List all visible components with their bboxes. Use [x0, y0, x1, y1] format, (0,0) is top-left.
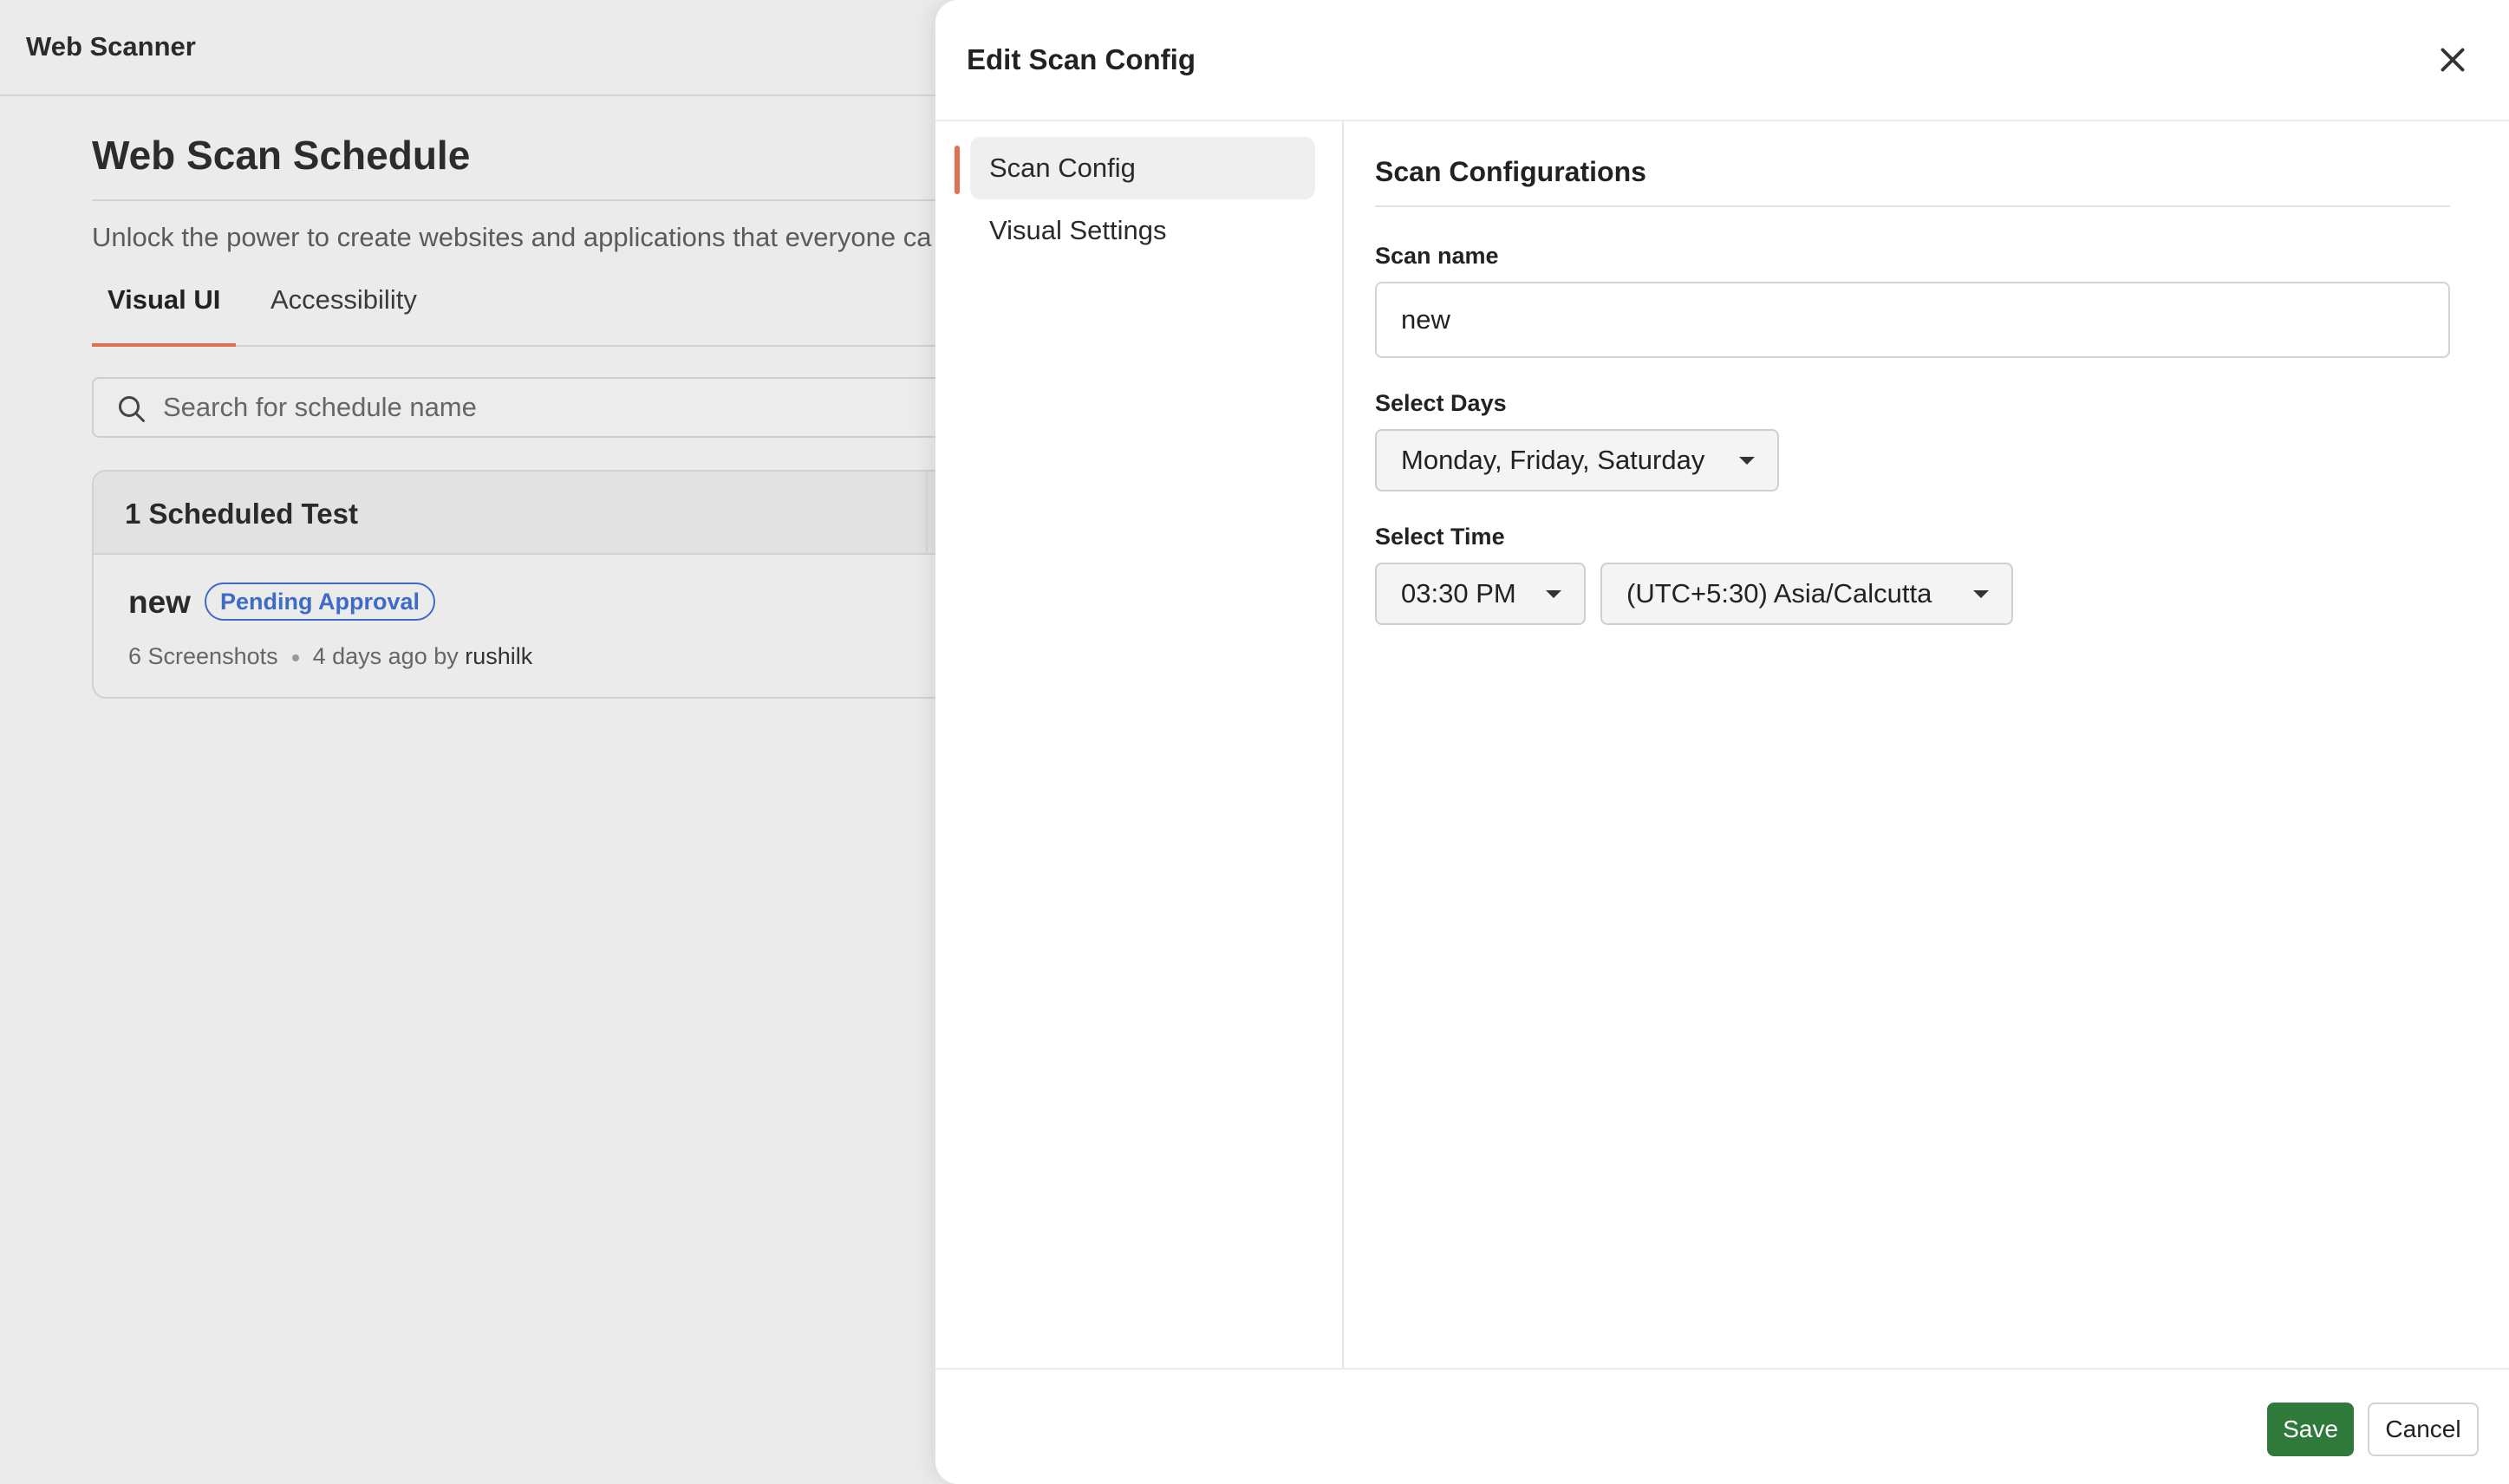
chevron-down-icon — [1973, 590, 1989, 598]
schedule-name[interactable]: new — [128, 584, 191, 621]
scheduled-tests-card: 1 Scheduled Test new Pending Approval 6 … — [92, 470, 1046, 699]
card-header: 1 Scheduled Test — [94, 472, 1044, 555]
nav-item-scan-config[interactable]: Scan Config — [970, 137, 1315, 199]
tab-visual-ui[interactable]: Visual UI — [92, 284, 237, 347]
schedule-meta: 6 Screenshots 4 days ago by rushilk — [128, 643, 532, 670]
scan-name-label: Scan name — [1375, 243, 1499, 269]
chevron-down-icon — [1546, 590, 1561, 598]
tab-accessibility[interactable]: Accessibility — [255, 284, 433, 345]
page-title: Web Scan Schedule — [92, 133, 471, 178]
scheduled-count: 1 Scheduled Test — [125, 498, 358, 530]
search-icon — [119, 396, 145, 422]
scan-name-input[interactable] — [1375, 282, 2450, 358]
drawer-title: Edit Scan Config — [967, 43, 1196, 75]
drawer-header: Edit Scan Config — [935, 0, 2509, 121]
status-badge: Pending Approval — [205, 583, 436, 621]
timezone-select-value: (UTC+5:30) Asia/Calcutta — [1626, 578, 1932, 609]
section-divider — [1375, 205, 2450, 207]
select-days-label: Select Days — [1375, 390, 1507, 416]
timezone-select[interactable]: (UTC+5:30) Asia/Calcutta — [1600, 563, 2013, 625]
title-divider — [92, 199, 959, 201]
column-divider — [926, 472, 928, 555]
chevron-down-icon — [1739, 457, 1755, 465]
schedule-user: rushilk — [465, 643, 533, 669]
page-description: Unlock the power to create websites and … — [92, 222, 932, 252]
app-title: Web Scanner — [26, 31, 196, 62]
schedule-time: 4 days ago by — [312, 643, 459, 669]
screenshot-count: 6 Screenshots — [128, 643, 278, 669]
separator-dot — [291, 654, 299, 661]
search-box — [92, 377, 1046, 438]
cancel-button[interactable]: Cancel — [2368, 1403, 2479, 1456]
search-input[interactable] — [163, 379, 943, 436]
save-button[interactable]: Save — [2267, 1403, 2354, 1456]
drawer-nav: Scan Config Visual Settings — [935, 121, 1344, 1370]
tab-bar: Visual UI Accessibility — [92, 277, 959, 347]
days-select[interactable]: Monday, Friday, Saturday — [1375, 429, 1779, 491]
close-icon[interactable] — [2433, 40, 2473, 80]
active-nav-indicator — [955, 146, 960, 194]
section-title: Scan Configurations — [1375, 156, 1646, 187]
edit-scan-config-drawer: Edit Scan Config Scan Config Visual Sett… — [935, 0, 2509, 1484]
time-select[interactable]: 03:30 PM — [1375, 563, 1586, 625]
time-select-value: 03:30 PM — [1401, 578, 1516, 609]
drawer-footer: Save Cancel — [935, 1368, 2509, 1484]
select-time-label: Select Time — [1375, 524, 1505, 550]
nav-item-visual-settings[interactable]: Visual Settings — [970, 199, 1315, 262]
days-select-value: Monday, Friday, Saturday — [1401, 445, 1705, 475]
